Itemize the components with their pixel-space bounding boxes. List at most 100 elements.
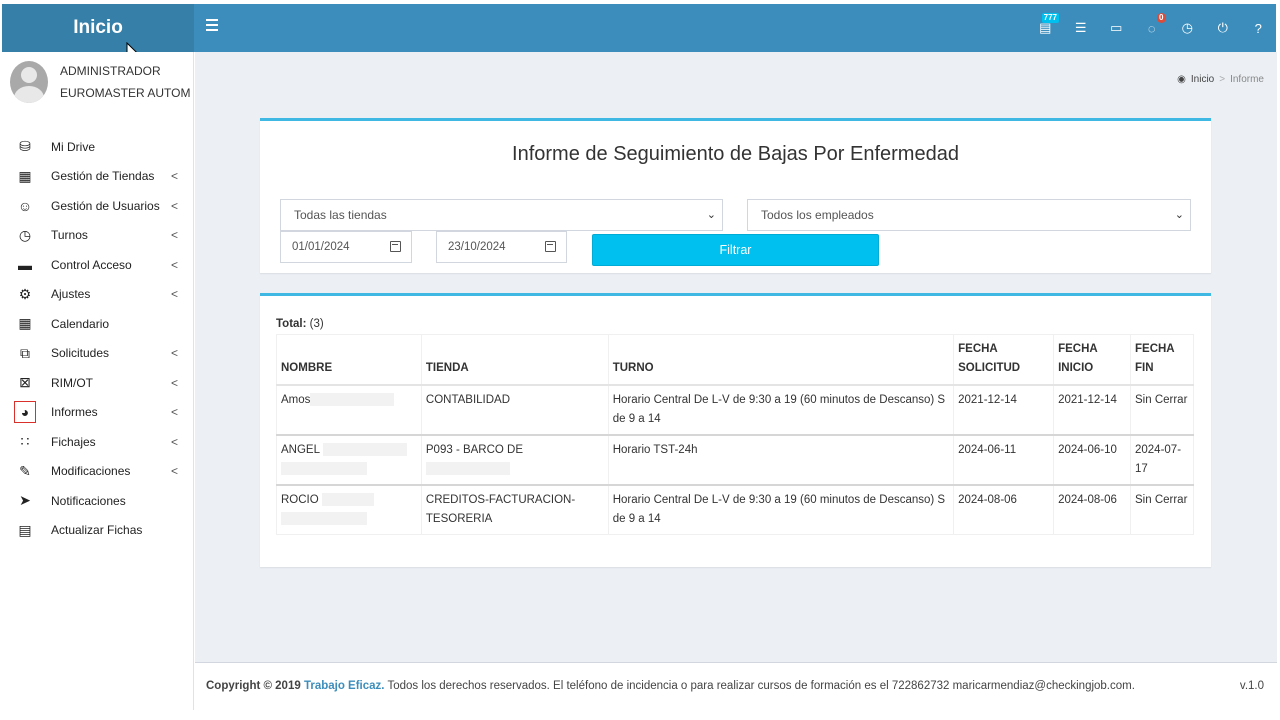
sidebar-item-notificaciones[interactable]: ➤ Notificaciones: [2, 486, 194, 516]
dashboard-icon: ◉: [1177, 74, 1186, 85]
total-count: Total: (3): [276, 318, 324, 330]
top-navbar: Inicio ▤ 777 ☰ ▭ ◌ 0 ◷ ⏻?: [2, 4, 1276, 52]
send-icon: ➤: [19, 492, 31, 509]
store-select[interactable]: Todas las tiendas ⌄: [280, 199, 723, 231]
footer-rights-text: Todos los derechos reservados. El teléfo…: [387, 680, 1135, 692]
sidebar-item-gestión-de-usuarios[interactable]: ☺ Gestión de Usuarios <: [2, 191, 194, 221]
sidebar-item-fichajes[interactable]: ∷ Fichajes <: [2, 427, 194, 457]
column-header-fecha-solicitud[interactable]: FECHA SOLICITUD: [953, 334, 1055, 386]
sidebar-item-label: Informes: [51, 405, 98, 420]
cell-fecha-solicitud: 2021-12-14: [953, 384, 1055, 436]
cell-nombre-text: ANGEL: [281, 444, 320, 456]
cell-turno: Horario TST-24h: [607, 434, 955, 486]
column-header-fecha-fin[interactable]: FECHA FIN: [1130, 334, 1194, 386]
chat-icon[interactable]: ◌ 0: [1134, 4, 1170, 52]
cell-nombre: Amos: [276, 384, 422, 436]
store-select-value: Todas las tiendas: [294, 208, 387, 222]
column-header-fecha-inicio[interactable]: FECHA INICIO: [1053, 334, 1131, 386]
footer-copyright: Copyright © 2019: [206, 680, 301, 692]
column-header-nombre[interactable]: NOMBRE: [276, 334, 422, 386]
total-value: (3): [309, 318, 324, 330]
sidebar: ADMINISTRADOR EUROMASTER AUTOM ⛁ Mi Drive…: [2, 52, 194, 710]
table-row: ROCIO CREDITOS-FACTURACION-TESORERIA Hor…: [276, 484, 1194, 535]
filter-button[interactable]: Filtrar: [592, 234, 879, 266]
help-icon[interactable]: ?: [1241, 4, 1277, 52]
app-version: v.1.0: [1239, 680, 1264, 692]
results-table: NOMBRE TIENDA TURNO FECHA SOLICITUD FECH…: [276, 334, 1194, 535]
chevron-down-icon: ⌄: [1174, 209, 1184, 221]
power-icon-glyph: ⏻: [1217, 20, 1228, 35]
sidebar-item-label: Ajustes: [51, 287, 91, 302]
clock-icon[interactable]: ◷: [1170, 4, 1206, 52]
chat-icon-glyph: ◌: [1147, 20, 1156, 36]
chevron-left-icon: <: [170, 405, 178, 420]
chevron-left-icon: <: [170, 169, 178, 184]
sidebar-item-rim-ot[interactable]: ⊠ RIM/OT <: [2, 368, 194, 398]
sidebar-item-calendario[interactable]: ▦ Calendario: [2, 309, 194, 339]
sidebar-item-informes[interactable]: ◕ Informes <: [2, 398, 194, 428]
list-icon[interactable]: ☰: [1063, 4, 1099, 52]
clock-icon-glyph: ◷: [1181, 20, 1193, 35]
breadcrumb-current: Informe: [1230, 74, 1264, 85]
avatar: [10, 61, 48, 103]
sidebar-item-label: Actualizar Fichas: [51, 523, 143, 538]
cell-tienda: CONTABILIDAD: [420, 384, 609, 436]
page-title: Informe de Seguimiento de Bajas Por Enfe…: [512, 143, 959, 165]
sidebar-item-label: Gestión de Tiendas: [51, 169, 155, 184]
cell-fecha-fin: Sin Cerrar: [1130, 484, 1194, 535]
cell-nombre: ROCIO: [276, 484, 422, 535]
date-from-input[interactable]: 01/01/2024: [280, 231, 412, 263]
date-to-input[interactable]: 23/10/2024: [436, 231, 567, 263]
card-icon[interactable]: ▭: [1099, 4, 1135, 52]
cell-nombre-text: ROCIO: [281, 494, 319, 506]
redacted-text: [310, 393, 395, 407]
notification-inbox-icon[interactable]: ▤ 777: [1028, 4, 1064, 52]
cell-fecha-fin: Sin Cerrar: [1130, 384, 1194, 436]
cell-turno: Horario Central De L-V de 9:30 a 19 (60 …: [607, 484, 955, 535]
date-to-value: 23/10/2024: [448, 241, 506, 253]
calendar-icon: ▦: [18, 315, 32, 332]
calendar-icon[interactable]: [390, 241, 401, 252]
cell-nombre-text: Amos: [281, 394, 311, 406]
sidebar-item-label: Control Acceso: [51, 257, 132, 272]
pie-chart-icon: ◕: [14, 401, 36, 424]
cell-turno: Horario Central De L-V de 9:30 a 19 (60 …: [607, 384, 955, 436]
sidebar-item-modificaciones[interactable]: ✎ Modificaciones <: [2, 457, 194, 487]
redacted-text: [281, 512, 367, 526]
redacted-text: [322, 443, 407, 457]
total-label: Total:: [276, 318, 307, 330]
power-icon[interactable]: ⏻: [1205, 4, 1241, 52]
sidebar-item-gestión-de-tiendas[interactable]: ▦ Gestión de Tiendas <: [2, 162, 194, 192]
calendar-icon[interactable]: [545, 241, 556, 252]
notification-badge: 0: [1157, 13, 1166, 23]
employee-select[interactable]: Todos los empleados ⌄: [747, 199, 1191, 231]
sidebar-item-mi-drive[interactable]: ⛁ Mi Drive: [2, 132, 194, 162]
table-header-row: NOMBRE TIENDA TURNO FECHA SOLICITUD FECH…: [276, 334, 1194, 386]
sidebar-item-actualizar-fichas[interactable]: ▤ Actualizar Fichas: [2, 516, 194, 546]
sidebar-item-label: Notificaciones: [51, 493, 126, 508]
sidebar-item-turnos[interactable]: ◷ Turnos <: [2, 221, 194, 251]
sidebar-toggle-icon[interactable]: [206, 19, 218, 33]
sidebar-item-label: Solicitudes: [51, 346, 110, 361]
building-icon: ▦: [18, 167, 32, 184]
cell-tienda-text: P093 - BARCO DE: [425, 444, 524, 456]
sidebar-item-ajustes[interactable]: ⚙ Ajustes <: [2, 280, 194, 310]
column-header-turno[interactable]: TURNO: [607, 334, 955, 386]
sidebar-item-label: Mi Drive: [51, 139, 95, 154]
redacted-text: [321, 493, 374, 507]
breadcrumb-home[interactable]: Inicio: [1191, 74, 1214, 85]
footer-company-link[interactable]: Trabajo Eficaz.: [304, 680, 385, 692]
brand-logo[interactable]: Inicio: [2, 4, 194, 52]
user-panel: ADMINISTRADOR EUROMASTER AUTOM: [2, 52, 194, 120]
column-header-tienda[interactable]: TIENDA: [420, 334, 609, 386]
breadcrumb-separator: >: [1219, 74, 1226, 85]
file-icon: ▤: [18, 521, 32, 538]
sidebar-item-control-acceso[interactable]: ▬ Control Acceso <: [2, 250, 194, 280]
calendar-x-icon: ⊠: [19, 374, 31, 391]
table-row: Amos CONTABILIDAD Horario Central De L-V…: [276, 384, 1194, 436]
footer: Copyright © 2019 Trabajo Eficaz. Todos l…: [195, 662, 1277, 710]
sidebar-item-solicitudes[interactable]: ⧉ Solicitudes <: [2, 339, 194, 369]
main-content: ◉ Inicio > Informe Informe de Seguimient…: [195, 52, 1277, 662]
chevron-left-icon: <: [170, 287, 178, 302]
cell-fecha-inicio: 2024-06-10: [1053, 434, 1131, 486]
